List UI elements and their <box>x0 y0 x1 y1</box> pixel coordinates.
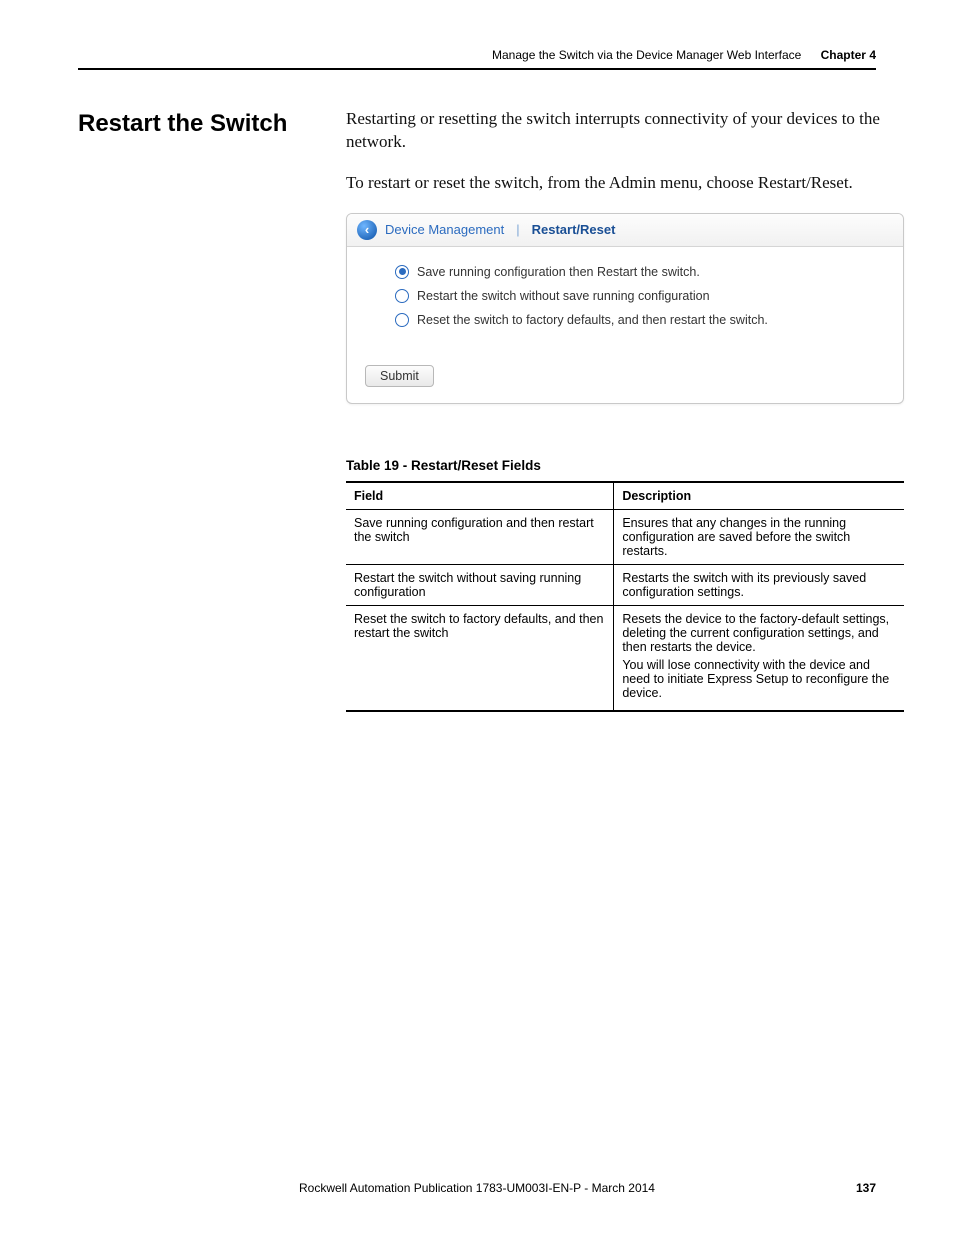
table-caption: Table 19 - Restart/Reset Fields <box>346 458 904 473</box>
radio-icon[interactable] <box>395 313 409 327</box>
body-paragraph: Restarting or resetting the switch inter… <box>346 108 904 154</box>
table-cell-desc: Resets the device to the factory-default… <box>614 605 904 711</box>
table-row: Reset the switch to factory defaults, an… <box>346 605 904 711</box>
body-paragraph: To restart or reset the switch, from the… <box>346 172 904 195</box>
submit-button[interactable]: Submit <box>365 365 434 387</box>
radio-option-factory-reset[interactable]: Reset the switch to factory defaults, an… <box>395 313 869 327</box>
table-row: Save running configuration and then rest… <box>346 509 904 564</box>
table-cell-field: Restart the switch without saving runnin… <box>346 564 614 605</box>
table-cell-desc: Ensures that any changes in the running … <box>614 509 904 564</box>
radio-option-save-restart[interactable]: Save running configuration then Restart … <box>395 265 869 279</box>
restart-reset-panel: ‹ Device Management | Restart/Reset Save… <box>346 213 904 404</box>
radio-option-restart-nosave[interactable]: Restart the switch without save running … <box>395 289 869 303</box>
restart-reset-fields-table: Field Description Save running configura… <box>346 481 904 712</box>
header-section: Manage the Switch via the Device Manager… <box>492 48 801 62</box>
breadcrumb-current: Restart/Reset <box>532 222 616 237</box>
table-header-description: Description <box>614 482 904 510</box>
section-heading: Restart the Switch <box>78 108 346 139</box>
breadcrumb-separator: | <box>516 222 519 237</box>
header-chapter: Chapter 4 <box>821 48 876 62</box>
page-number: 137 <box>856 1181 876 1195</box>
page-footer-publication: Rockwell Automation Publication 1783-UM0… <box>78 1181 876 1195</box>
radio-label: Save running configuration then Restart … <box>417 265 700 279</box>
running-header: Manage the Switch via the Device Manager… <box>78 48 876 70</box>
table-cell-field: Save running configuration and then rest… <box>346 509 614 564</box>
breadcrumb-parent[interactable]: Device Management <box>385 222 504 237</box>
radio-icon[interactable] <box>395 289 409 303</box>
back-arrow-icon[interactable]: ‹ <box>357 220 377 240</box>
panel-breadcrumb: ‹ Device Management | Restart/Reset <box>347 214 903 247</box>
radio-icon[interactable] <box>395 265 409 279</box>
table-cell-desc: Restarts the switch with its previously … <box>614 564 904 605</box>
table-row: Restart the switch without saving runnin… <box>346 564 904 605</box>
radio-label: Restart the switch without save running … <box>417 289 710 303</box>
table-cell-field: Reset the switch to factory defaults, an… <box>346 605 614 711</box>
radio-label: Reset the switch to factory defaults, an… <box>417 313 768 327</box>
table-header-field: Field <box>346 482 614 510</box>
